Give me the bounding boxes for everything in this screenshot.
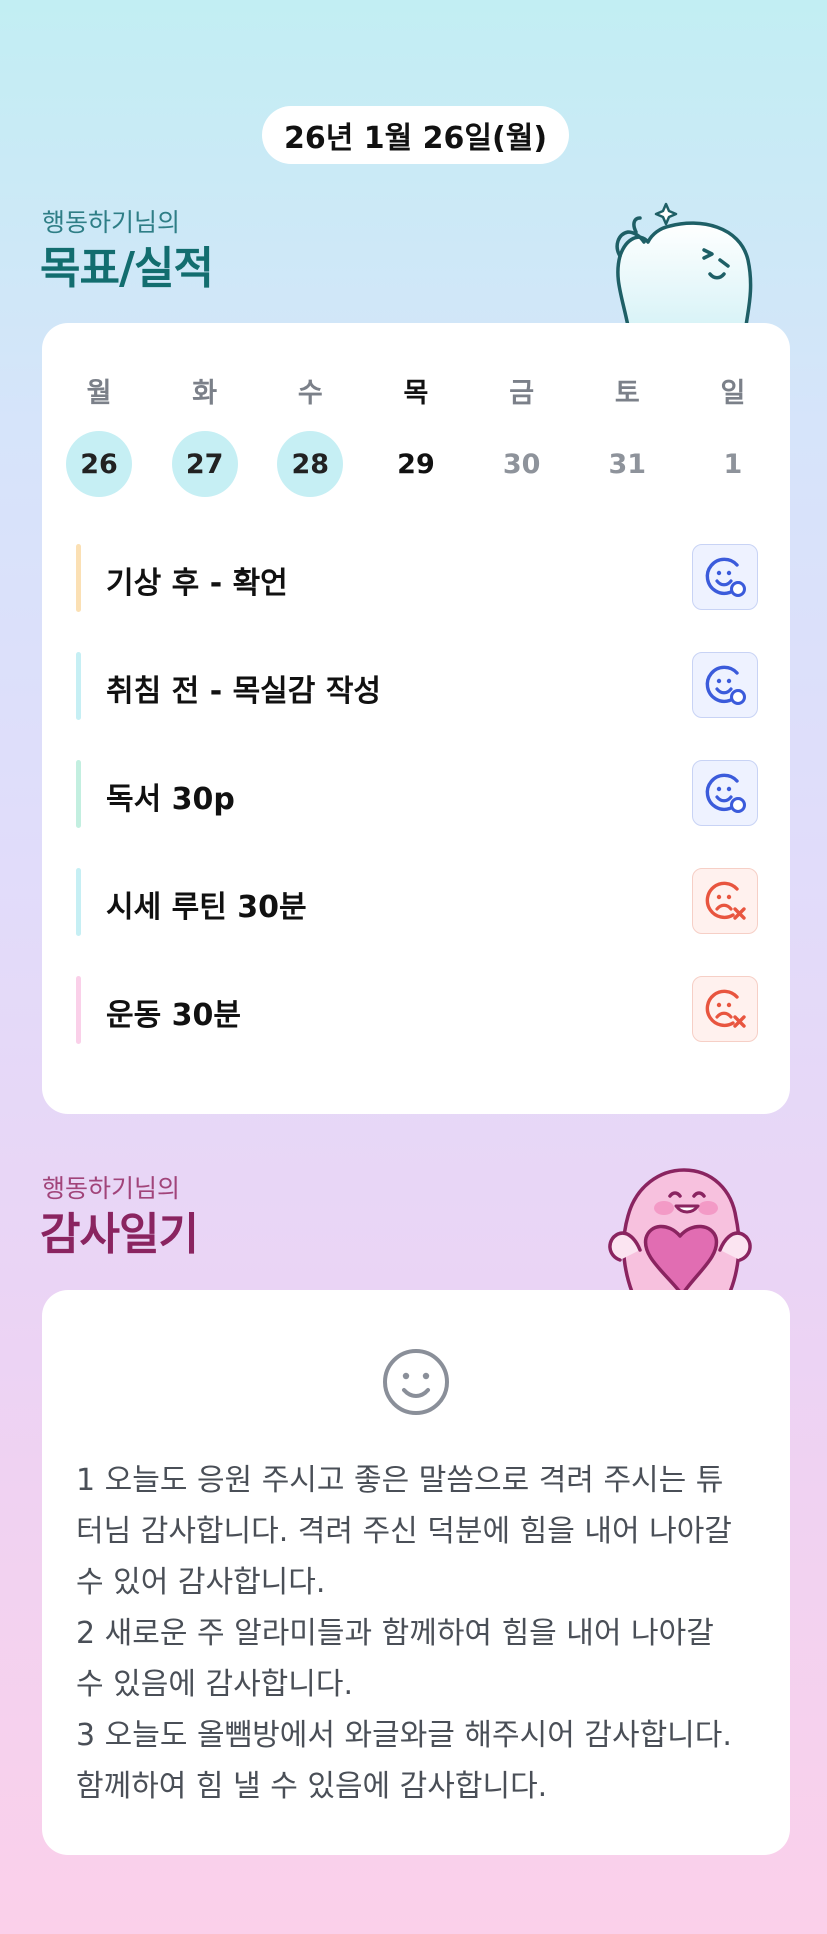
gratitude-line: 터님 감사합니다. 격려 주신 덕분에 힘을 내어 나아갈 — [76, 1514, 732, 1549]
sad-x-icon — [705, 989, 746, 1028]
goal-color-bar — [76, 652, 81, 720]
goal-status-button[interactable] — [692, 544, 758, 610]
goal-item[interactable]: 시세 루틴 30분 — [76, 868, 758, 936]
goal-color-bar — [76, 760, 81, 828]
goal-item[interactable]: 운동 30분 — [76, 976, 758, 1044]
ghost-mascot-illustration — [615, 202, 753, 326]
goal-item[interactable]: 기상 후 - 확언 — [76, 544, 758, 612]
weekday-label: 수 — [297, 377, 323, 409]
goal-label: 운동 30분 — [106, 998, 241, 1033]
gratitude-line: 1 오늘도 응원 주시고 좋은 말씀으로 격려 주시는 튜 — [76, 1463, 724, 1498]
weekday-row: 월 화 수 목 금 토 일 — [42, 357, 790, 423]
goal-item[interactable]: 독서 30p — [76, 760, 758, 828]
goals-title: 목표/실적 — [40, 243, 214, 294]
goal-status-button[interactable] — [692, 760, 758, 826]
date-cell[interactable]: 28 — [277, 431, 344, 497]
date-cell[interactable]: 31 — [594, 431, 660, 497]
gratitude-line: 2 새로운 주 알라미들과 함께하여 힘을 내어 나아갈 — [76, 1616, 714, 1651]
weekday-label: 토 — [614, 377, 640, 409]
goal-label: 시세 루틴 30분 — [106, 890, 307, 925]
gratitude-line: 수 있어 감사합니다. — [76, 1565, 326, 1600]
date-cell[interactable]: 1 — [700, 431, 766, 497]
date-cell[interactable]: 29 — [383, 431, 449, 497]
weekday-label: 일 — [720, 377, 746, 409]
weekday-label: 화 — [192, 377, 218, 409]
date-row: 26 27 28 29 30 31 1 — [42, 431, 790, 497]
goal-item[interactable]: 취침 전 - 목실감 작성 — [76, 652, 758, 720]
smile-check-icon — [705, 773, 746, 813]
gratitude-line: 함께하여 힘 낼 수 있음에 감사합니다. — [76, 1769, 548, 1804]
goal-color-bar — [76, 868, 81, 936]
sad-x-icon — [705, 881, 746, 920]
goal-color-bar — [76, 544, 81, 612]
goal-label: 취침 전 - 목실감 작성 — [106, 674, 382, 709]
gratitude-line: 3 오늘도 올뺌방에서 와글와글 해주시어 감사합니다. — [76, 1718, 732, 1753]
gratitude-title: 감사일기 — [40, 1209, 199, 1260]
goal-color-bar — [76, 976, 81, 1044]
weekday-label: 목 — [403, 377, 429, 409]
smile-face-icon[interactable] — [380, 1346, 452, 1418]
smile-check-icon — [705, 557, 746, 597]
gratitude-text: 1 오늘도 응원 주시고 좋은 말씀으로 격려 주시는 튜 터님 감사합니다. … — [76, 1455, 766, 1812]
goal-status-button[interactable] — [692, 976, 758, 1042]
goal-label: 기상 후 - 확언 — [106, 566, 288, 601]
date-text: 26년 1월 26일(월) — [283, 121, 548, 156]
goal-label: 독서 30p — [106, 782, 235, 817]
date-pill[interactable]: 26년 1월 26일(월) — [262, 106, 569, 164]
date-cell[interactable]: 30 — [489, 431, 555, 497]
goal-status-button[interactable] — [692, 652, 758, 718]
date-cell[interactable]: 26 — [66, 431, 132, 497]
weekday-label: 금 — [509, 377, 535, 409]
date-cell[interactable]: 27 — [171, 431, 238, 497]
heart-mascot-illustration — [608, 1168, 752, 1292]
smile-check-icon — [705, 665, 746, 705]
goal-status-button[interactable] — [692, 868, 758, 934]
gratitude-line: 수 있음에 감사합니다. — [76, 1667, 354, 1702]
weekday-label: 월 — [86, 377, 112, 409]
